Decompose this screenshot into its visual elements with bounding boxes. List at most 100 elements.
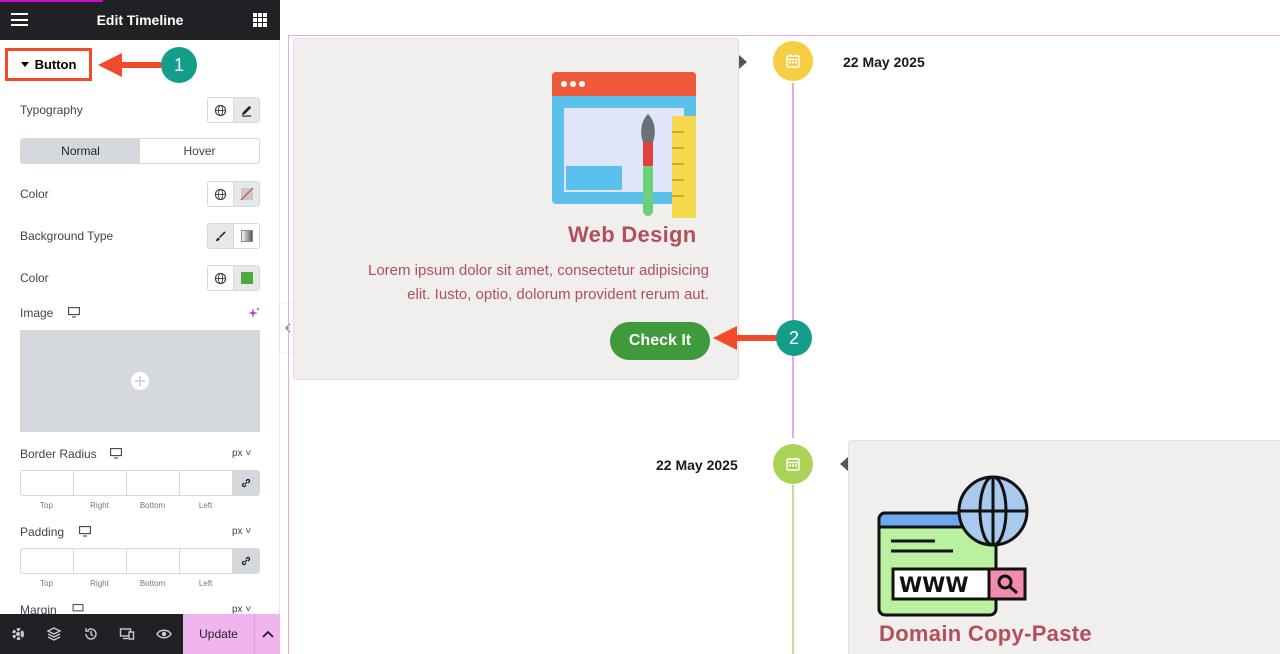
border-radius-dim-labels: Top Right Bottom Left — [20, 501, 232, 510]
timeline-line-bottom — [792, 485, 794, 654]
padding-inputs — [20, 548, 260, 574]
responsive-icon[interactable] — [119, 626, 135, 642]
color-label: Color — [20, 187, 49, 201]
background-color-controls — [207, 265, 260, 291]
check-it-button[interactable]: Check It — [610, 322, 710, 360]
annotation-badge-2: 2 — [776, 320, 812, 356]
add-image-icon — [131, 372, 149, 390]
gradient-icon — [240, 230, 253, 242]
dim-label-bottom: Bottom — [139, 501, 166, 510]
calendar-icon — [786, 54, 800, 68]
padding-right-input[interactable] — [73, 548, 126, 574]
panel-header: Edit Timeline — [0, 0, 280, 40]
link-values-button[interactable] — [232, 470, 260, 496]
update-button[interactable]: Update — [183, 614, 254, 654]
section-label: Button — [34, 57, 77, 72]
panel-footer: Update — [0, 614, 280, 654]
tab-normal[interactable]: Normal — [21, 139, 140, 163]
border-radius-top-input[interactable] — [20, 470, 73, 496]
card-1-pointer — [739, 55, 747, 69]
card-1-description-line-2: elit. Iusto, optio, dolorum provident re… — [407, 286, 709, 303]
timeline-card-1: Web Design Lorem ipsum dolor sit amet, c… — [293, 38, 739, 380]
background-type-label: Background Type — [20, 229, 114, 243]
typography-controls — [207, 97, 260, 123]
brush-icon — [216, 230, 226, 241]
border-radius-label: Border Radius — [20, 447, 97, 461]
annotation-arrow-2 — [713, 326, 777, 350]
annotation-badge-1: 1 — [161, 47, 197, 83]
padding-bottom-input[interactable] — [126, 548, 179, 574]
green-color-swatch — [240, 272, 253, 284]
border-radius-right-input[interactable] — [73, 470, 126, 496]
background-gradient-button[interactable] — [233, 224, 259, 248]
tab-hover[interactable]: Hover — [140, 139, 259, 163]
border-radius-left-input[interactable] — [179, 470, 232, 496]
border-radius-bottom-input[interactable] — [126, 470, 179, 496]
dim-label-top: Top — [40, 579, 53, 588]
caret-down-icon — [20, 62, 29, 67]
button-section-toggle[interactable]: Button — [5, 48, 92, 81]
border-radius-inputs — [20, 470, 260, 496]
dim-label-right: Right — [90, 501, 109, 510]
timeline-date-1: 22 May 2025 — [843, 54, 925, 70]
desktop-icon[interactable] — [79, 526, 91, 537]
color-controls — [207, 181, 260, 207]
widgets-grid-icon[interactable] — [253, 13, 267, 27]
global-color-button[interactable] — [208, 182, 233, 206]
timeline-dot-1 — [773, 41, 813, 81]
padding-unit-select[interactable]: px ˅ — [232, 526, 251, 537]
desktop-icon[interactable] — [68, 307, 80, 318]
annotation-arrow-1 — [98, 53, 162, 77]
padding-left-input[interactable] — [179, 548, 232, 574]
edit-typography-button[interactable] — [233, 98, 259, 122]
padding-dim-labels: Top Right Bottom Left — [20, 579, 232, 588]
card-2-title: Domain Copy-Paste — [879, 621, 1092, 646]
card-1-description-line-1: Lorem ipsum dolor sit amet, consectetur … — [368, 262, 709, 279]
global-bg-color-button[interactable] — [208, 266, 233, 290]
editor-app: Edit Timeline Button Typography Normal H… — [0, 0, 1280, 654]
timeline-card-2: WWW Domain Copy-Paste — [848, 440, 1280, 654]
link-values-button[interactable] — [232, 548, 260, 574]
dim-label-right: Right — [90, 579, 109, 588]
timeline-line-top — [792, 83, 794, 438]
svg-text:WWW: WWW — [899, 573, 969, 597]
preview-icon[interactable] — [156, 626, 172, 642]
desktop-icon[interactable] — [72, 604, 84, 614]
background-type-controls — [207, 223, 260, 249]
update-options-button[interactable] — [254, 614, 280, 654]
pencil-icon — [242, 105, 252, 117]
padding-label: Padding — [20, 525, 65, 539]
background-color-label: Color — [20, 271, 49, 285]
layers-icon[interactable] — [46, 626, 62, 642]
preview-canvas: Web Design Lorem ipsum dolor sit amet, c… — [288, 35, 1280, 654]
ai-sparkle-icon[interactable] — [248, 307, 260, 319]
timeline-date-2: 22 May 2025 — [656, 457, 738, 473]
image-upload-area[interactable] — [20, 330, 260, 432]
global-typography-button[interactable] — [208, 98, 233, 122]
globe-icon — [215, 104, 227, 116]
timeline-dot-2 — [773, 444, 813, 484]
editor-panel: Edit Timeline Button Typography Normal H… — [0, 0, 280, 654]
background-classic-button[interactable] — [208, 224, 234, 248]
dim-label-top: Top — [40, 501, 53, 510]
dim-label-bottom: Bottom — [139, 579, 166, 588]
history-icon[interactable] — [83, 626, 99, 642]
web-design-illustration — [552, 72, 696, 218]
link-icon — [241, 478, 251, 488]
no-color-swatch-icon — [240, 187, 254, 201]
color-picker-button[interactable] — [233, 182, 259, 206]
bg-color-picker-button[interactable] — [233, 266, 259, 290]
desktop-icon[interactable] — [110, 448, 122, 459]
dim-label-left: Left — [198, 501, 213, 510]
card-1-description: Lorem ipsum dolor sit amet, consectetur … — [289, 259, 709, 307]
settings-icon[interactable] — [10, 626, 26, 642]
chevron-up-icon — [261, 630, 274, 638]
padding-top-input[interactable] — [20, 548, 73, 574]
dim-label-left: Left — [198, 579, 213, 588]
border-radius-unit-select[interactable]: px ˅ — [232, 448, 251, 459]
globe-icon — [215, 272, 227, 284]
image-label: Image — [20, 306, 54, 320]
domain-illustration: WWW — [877, 475, 1029, 617]
typography-label: Typography — [20, 103, 83, 117]
globe-icon — [215, 188, 227, 200]
